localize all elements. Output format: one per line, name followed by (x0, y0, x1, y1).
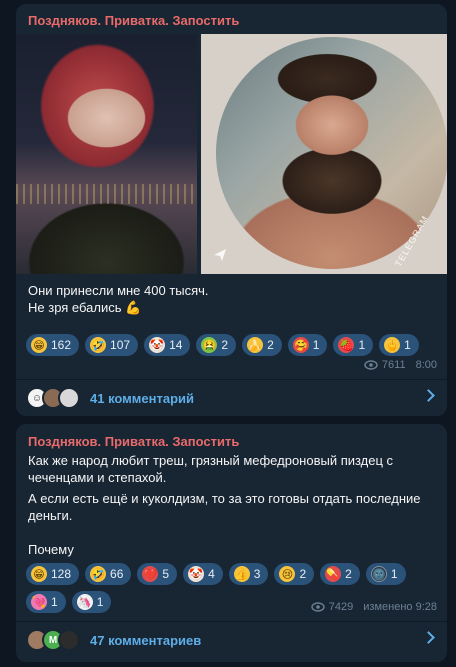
reaction-count: 162 (51, 338, 72, 352)
reaction-unicorn[interactable]: 🦄 1 (71, 591, 112, 613)
reaction-banana[interactable]: 🍌 2 (242, 334, 282, 356)
reaction-count: 1 (390, 567, 398, 581)
reaction-vomit[interactable]: 🤮 2 (196, 334, 237, 356)
reaction-count: 1 (358, 338, 366, 352)
reaction-clown[interactable]: 🤡 14 (144, 334, 191, 356)
reaction-count: 1 (51, 595, 58, 609)
reaction-count: 3 (253, 567, 261, 581)
post-card: Поздняков. Приватка. Запостить Как же на… (16, 424, 447, 662)
reaction-count: 2 (345, 567, 352, 581)
post-text-line: А если есть ещё и куколдизм, то за это г… (28, 491, 421, 506)
post-meta: 7611 8:00 (364, 359, 437, 371)
comments-count-label: 47 комментариев (90, 632, 202, 648)
reaction-count: 2 (221, 338, 229, 352)
eye-icon (364, 360, 378, 370)
reaction-count: 107 (110, 338, 131, 352)
reaction-new-moon[interactable]: 🌚 1 (365, 563, 406, 585)
reaction-grin[interactable]: 😁 162 (26, 334, 80, 356)
reactions-bar: 😁 162 🤣 107 🤡 14 🤮 2 🍌 2 🥰 1 🍓 1 🖕 1 (26, 334, 439, 356)
avatar (58, 387, 80, 409)
clown-emoji-icon: 🤡 (188, 566, 205, 582)
chevron-right-icon (422, 631, 435, 644)
post-time: 8:00 (415, 359, 437, 371)
strawberry-emoji-icon: 🍓 (338, 337, 355, 353)
post-edited-time: изменено 9:28 (363, 601, 437, 613)
reaction-count: 5 (162, 567, 170, 581)
reaction-count: 1 (312, 338, 320, 352)
commenter-avatars: M (26, 629, 80, 651)
rofl-emoji-icon: 🤣 (90, 337, 107, 353)
post-text-line: Они принесли мне 400 тысяч. (28, 283, 209, 298)
finger-emoji-icon: 🖕 (384, 337, 401, 353)
clown-emoji-icon: 🤡 (149, 337, 166, 353)
channel-name[interactable]: Поздняков. Приватка. Запостить (28, 13, 239, 28)
reaction-rofl[interactable]: 🤣 66 (85, 563, 132, 585)
eye-icon (311, 602, 325, 612)
grin-emoji-icon: 😁 (31, 566, 47, 582)
reaction-rofl[interactable]: 🤣 107 (85, 334, 139, 356)
reaction-clown[interactable]: 🤡 4 (183, 563, 223, 585)
grin-emoji-icon: 😁 (31, 337, 47, 353)
city-lights (16, 184, 197, 204)
post-text-line: Не зря ебались 💪 (28, 300, 142, 315)
reaction-strawberry[interactable]: 🍓 1 (333, 334, 374, 356)
reaction-count: 1 (404, 338, 411, 352)
banana-emoji-icon: 🍌 (247, 337, 264, 353)
reaction-count: 128 (51, 567, 72, 581)
video-message[interactable]: TELEGRAM (201, 34, 447, 274)
post-text-line: Почему (28, 542, 74, 557)
post-text: Они принесли мне 400 тысяч. Не зря ебали… (28, 282, 209, 316)
unicorn-emoji-icon: 🦄 (76, 594, 93, 610)
reaction-pill[interactable]: 💊 2 (320, 563, 360, 585)
comments-button[interactable]: ☺ 41 комментарий (16, 378, 447, 416)
love-face-emoji-icon: 🥰 (292, 337, 309, 353)
channel-name[interactable]: Поздняков. Приватка. Запостить (28, 434, 239, 449)
cry-emoji-icon: 😢 (279, 566, 296, 582)
chevron-right-icon (422, 389, 435, 402)
reaction-finger[interactable]: 🖕 1 (379, 334, 419, 356)
reaction-grin[interactable]: 😁 128 (26, 563, 80, 585)
comments-count-label: 41 комментарий (90, 390, 195, 406)
post-text-line: чеченцами и степахой. (28, 470, 167, 485)
reaction-count: 66 (110, 567, 124, 581)
reaction-count: 4 (208, 567, 215, 581)
post-text-blank-line (28, 524, 421, 541)
reaction-count: 14 (169, 338, 183, 352)
broken-heart-emoji-icon: 💔 (142, 566, 159, 582)
send-icon (214, 249, 226, 261)
reaction-cry[interactable]: 😢 2 (274, 563, 315, 585)
comments-button[interactable]: M 47 комментариев (16, 620, 447, 660)
reaction-count: 1 (96, 595, 104, 609)
post-card: Поздняков. Приватка. Запостить TELEGRAM … (16, 4, 447, 416)
new-moon-emoji-icon: 🌚 (370, 566, 387, 582)
post-text-line: деньги. (28, 508, 73, 523)
reaction-thumbs-up[interactable]: 👍 3 (228, 563, 269, 585)
thumbs-up-emoji-icon: 👍 (233, 566, 250, 582)
views-count: 7611 (381, 359, 406, 371)
reaction-count: 2 (299, 567, 307, 581)
reaction-love[interactable]: 🥰 1 (287, 334, 328, 356)
post-meta: 7429 изменено 9:28 (311, 601, 437, 613)
reaction-cupid-heart[interactable]: 💘 1 (26, 591, 66, 613)
views-count: 7429 (328, 601, 354, 613)
media-album[interactable]: TELEGRAM (16, 34, 447, 274)
reaction-broken-heart[interactable]: 💔 5 (137, 563, 178, 585)
vomit-emoji-icon: 🤮 (201, 337, 218, 353)
rofl-emoji-icon: 🤣 (90, 566, 107, 582)
post-text: Как же народ любит треш, грязный мефедро… (28, 452, 421, 558)
reaction-count: 2 (267, 338, 274, 352)
post-text-line: Как же народ любит треш, грязный мефедро… (28, 453, 394, 468)
avatar (58, 629, 80, 651)
commenter-avatars: ☺ (26, 387, 80, 409)
pill-emoji-icon: 💊 (325, 566, 342, 582)
photo-woman[interactable] (16, 34, 197, 274)
cupid-heart-emoji-icon: 💘 (31, 594, 47, 610)
